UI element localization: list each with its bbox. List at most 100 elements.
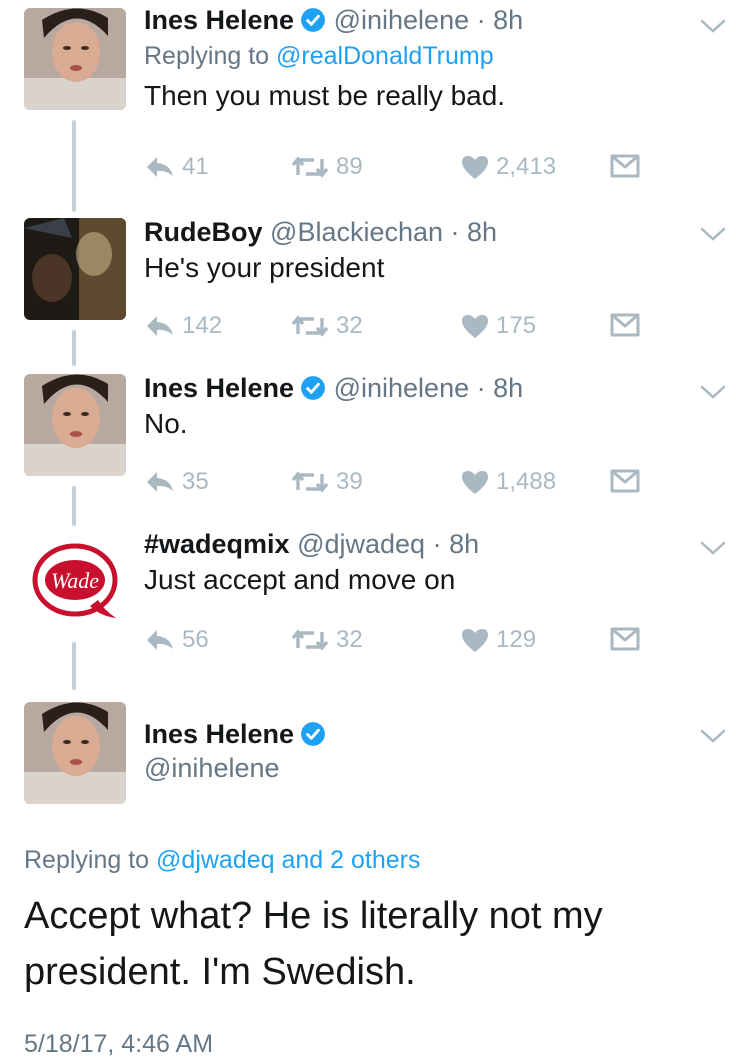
avatar-image	[24, 702, 126, 804]
display-name[interactable]: Ines Helene	[144, 719, 294, 749]
timestamp[interactable]: 8h	[449, 529, 479, 559]
retweet-button[interactable]: 89	[290, 153, 363, 181]
retweet-count: 39	[336, 468, 363, 495]
like-button[interactable]: 1,488	[460, 468, 556, 496]
display-name[interactable]: #wadeqmix	[144, 529, 290, 559]
tweet-header: RudeBoy @Blackiechan · 8h	[144, 216, 670, 248]
separator: ·	[469, 5, 494, 35]
tweet-header: Ines Helene @inihelene · 8h	[144, 4, 670, 36]
reply-button[interactable]: 142	[144, 312, 222, 340]
timestamp[interactable]: 8h	[493, 5, 523, 35]
tweet-actions: 142 32 175	[144, 312, 664, 348]
wadeq-logo: Wade	[24, 530, 126, 632]
tweet-text: He's your president	[144, 252, 385, 283]
replying-to: Replying to @realDonaldTrump	[144, 40, 670, 72]
dm-icon	[610, 154, 640, 178]
reply-button[interactable]: 56	[144, 626, 209, 654]
display-name[interactable]: Ines Helene	[144, 373, 294, 403]
tweet-actions: 35 39 1,488	[144, 468, 664, 504]
thread-line	[72, 120, 76, 212]
retweet-count: 32	[336, 312, 363, 339]
chevron-down-icon[interactable]	[700, 226, 726, 242]
handle-row: @inihelene	[144, 752, 670, 784]
separator: ·	[469, 373, 494, 403]
dm-button[interactable]	[610, 312, 640, 338]
avatar[interactable]	[24, 702, 126, 804]
handle[interactable]: @djwadeq	[297, 529, 425, 559]
timestamp[interactable]: 8h	[493, 373, 523, 403]
avatar[interactable]	[24, 218, 126, 320]
chevron-down-icon[interactable]	[700, 18, 726, 34]
display-name[interactable]: Ines Helene	[144, 5, 294, 35]
avatar-image	[24, 218, 126, 320]
avatar-image	[24, 374, 126, 476]
retweet-count: 89	[336, 153, 363, 180]
retweet-icon	[291, 315, 329, 337]
like-count: 2,413	[496, 153, 557, 180]
chevron-down-icon[interactable]	[700, 540, 726, 556]
reply-count: 41	[182, 153, 209, 180]
tweet-timestamp[interactable]: 5/18/17, 4:46 AM	[24, 1030, 213, 1059]
replying-label: Replying to	[24, 846, 150, 874]
tweet-header: #wadeqmix @djwadeq · 8h	[144, 528, 670, 560]
reply-button[interactable]: 35	[144, 468, 209, 496]
like-count: 129	[496, 626, 537, 653]
avatar[interactable]	[24, 8, 126, 110]
reply-icon	[147, 316, 173, 336]
avatar[interactable]: Wade	[24, 530, 126, 632]
replying-to-link[interactable]: @djwadeq and 2 others	[156, 846, 420, 874]
thread-line	[72, 486, 76, 526]
handle[interactable]: @Blackiechan	[270, 217, 443, 247]
handle[interactable]: @inihelene	[334, 373, 470, 403]
main-tweet-text-line: Accept what? He is literally not my	[24, 895, 603, 937]
retweet-count: 32	[336, 626, 363, 653]
retweet-icon	[291, 629, 329, 651]
retweet-button[interactable]: 39	[290, 468, 363, 496]
retweet-icon	[291, 156, 329, 178]
tweet-actions: 41 89 2,413	[144, 153, 664, 189]
retweet-button[interactable]: 32	[290, 626, 363, 654]
reply-icon	[147, 472, 173, 492]
timestamp[interactable]: 8h	[467, 217, 497, 247]
tweet-header: Ines Helene	[144, 718, 670, 750]
avatar-text: Wade	[51, 568, 99, 593]
avatar[interactable]	[24, 374, 126, 476]
reply-button[interactable]: 41	[144, 153, 209, 181]
replying-to-link[interactable]: @realDonaldTrump	[276, 42, 494, 70]
reply-icon	[147, 630, 173, 650]
verified-badge-icon	[301, 8, 325, 32]
dm-button[interactable]	[610, 626, 640, 652]
like-button[interactable]: 175	[460, 312, 536, 340]
retweet-button[interactable]: 32	[290, 312, 363, 340]
reply-count: 56	[182, 626, 209, 653]
handle[interactable]: @inihelene	[334, 5, 470, 35]
like-icon	[462, 471, 488, 494]
thread-line	[72, 642, 76, 690]
dm-button[interactable]	[610, 468, 640, 494]
tweet-header: Ines Helene @inihelene · 8h	[144, 372, 670, 404]
display-name[interactable]: RudeBoy	[144, 217, 263, 247]
tweet-text: No.	[144, 408, 188, 439]
tweet-text: Then you must be really bad.	[144, 80, 506, 111]
handle[interactable]: @inihelene	[144, 753, 280, 783]
like-count: 175	[496, 312, 537, 339]
reply-count: 35	[182, 468, 209, 495]
separator: ·	[443, 217, 468, 247]
chevron-down-icon[interactable]	[700, 728, 726, 744]
main-tweet-text-line: president. I'm Swedish.	[24, 951, 416, 993]
thread-line	[72, 330, 76, 366]
like-icon	[462, 315, 488, 338]
replying-to: Replying to @djwadeq and 2 others	[24, 846, 420, 875]
reply-count: 142	[182, 312, 223, 339]
like-button[interactable]: 129	[460, 626, 536, 654]
dm-button[interactable]	[610, 153, 640, 179]
retweet-icon	[291, 471, 329, 493]
reply-icon	[147, 157, 173, 177]
like-count: 1,488	[496, 468, 557, 495]
separator: ·	[425, 529, 450, 559]
like-button[interactable]: 2,413	[460, 153, 556, 181]
verified-badge-icon	[301, 722, 325, 746]
dm-icon	[610, 313, 640, 337]
main-tweet-text: Accept what? He is literally not my pres…	[24, 888, 724, 1000]
chevron-down-icon[interactable]	[700, 384, 726, 400]
